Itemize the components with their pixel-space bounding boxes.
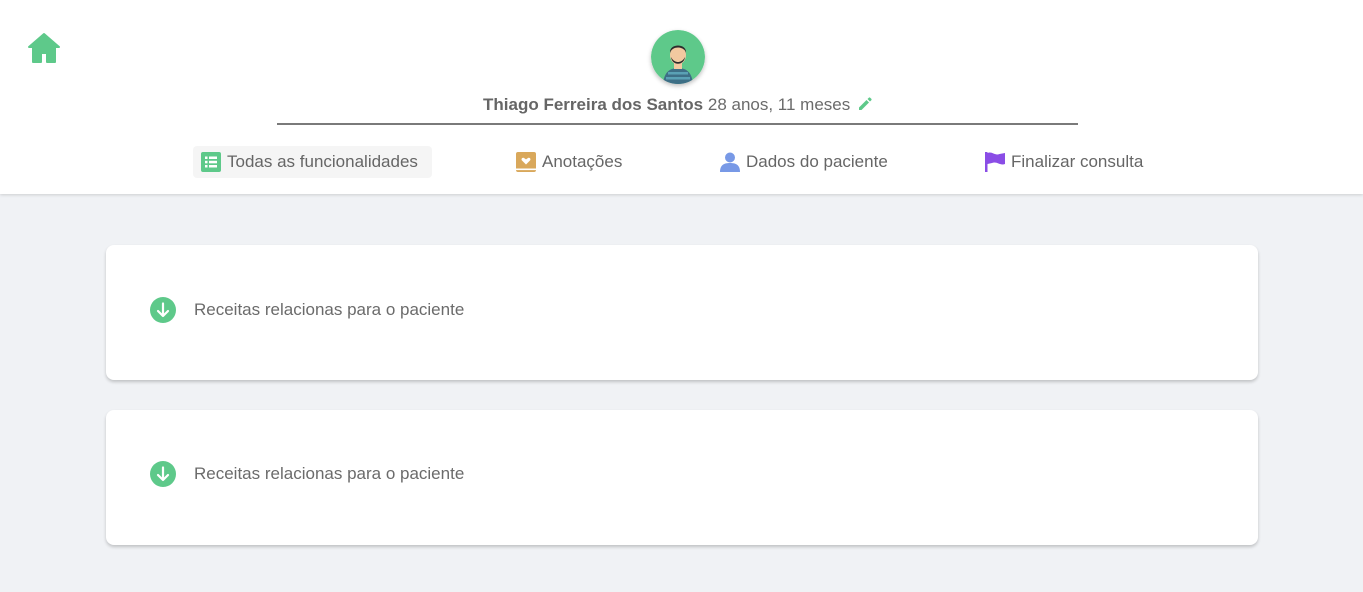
arrow-down-circle-icon	[150, 461, 176, 487]
tab-label: Anotações	[542, 152, 623, 171]
app-header: Thiago Ferreira dos Santos 28 anos, 11 m…	[0, 0, 1363, 194]
user-icon	[720, 152, 740, 172]
tab-label: Finalizar consulta	[1011, 152, 1144, 171]
section-label: Receitas relacionas para o paciente	[194, 300, 465, 319]
tab-anotacoes[interactable]: Anotações	[516, 146, 622, 178]
male-avatar-icon	[651, 30, 705, 84]
section-label: Receitas relacionas para o paciente	[194, 464, 465, 483]
patient-age: 28 anos, 11 meses	[707, 95, 851, 114]
home-button[interactable]	[26, 31, 62, 65]
patient-avatar	[651, 30, 705, 84]
tab-dados-paciente[interactable]: Dados do paciente	[720, 146, 888, 178]
section-toggle[interactable]: Receitas relacionas para o paciente	[150, 461, 464, 487]
pencil-icon[interactable]	[858, 97, 872, 111]
tab-label: Todas as funcionalidades	[227, 152, 418, 171]
section-card: Receitas relacionas para o paciente	[106, 245, 1258, 380]
section-toggle[interactable]: Receitas relacionas para o paciente	[150, 297, 464, 323]
flag-icon	[985, 152, 1005, 172]
arrow-down-circle-icon	[150, 297, 176, 323]
patient-info: Thiago Ferreira dos Santos 28 anos, 11 m…	[277, 95, 1078, 125]
patient-name: Thiago Ferreira dos Santos	[483, 95, 704, 114]
tab-finalizar-consulta[interactable]: Finalizar consulta	[985, 146, 1143, 178]
home-icon	[28, 33, 60, 63]
section-card: Receitas relacionas para o paciente	[106, 410, 1258, 545]
list-icon	[201, 152, 221, 172]
tab-label: Dados do paciente	[746, 152, 888, 171]
tab-todas-funcionalidades[interactable]: Todas as funcionalidades	[193, 146, 432, 178]
notebook-heart-icon	[516, 152, 536, 172]
